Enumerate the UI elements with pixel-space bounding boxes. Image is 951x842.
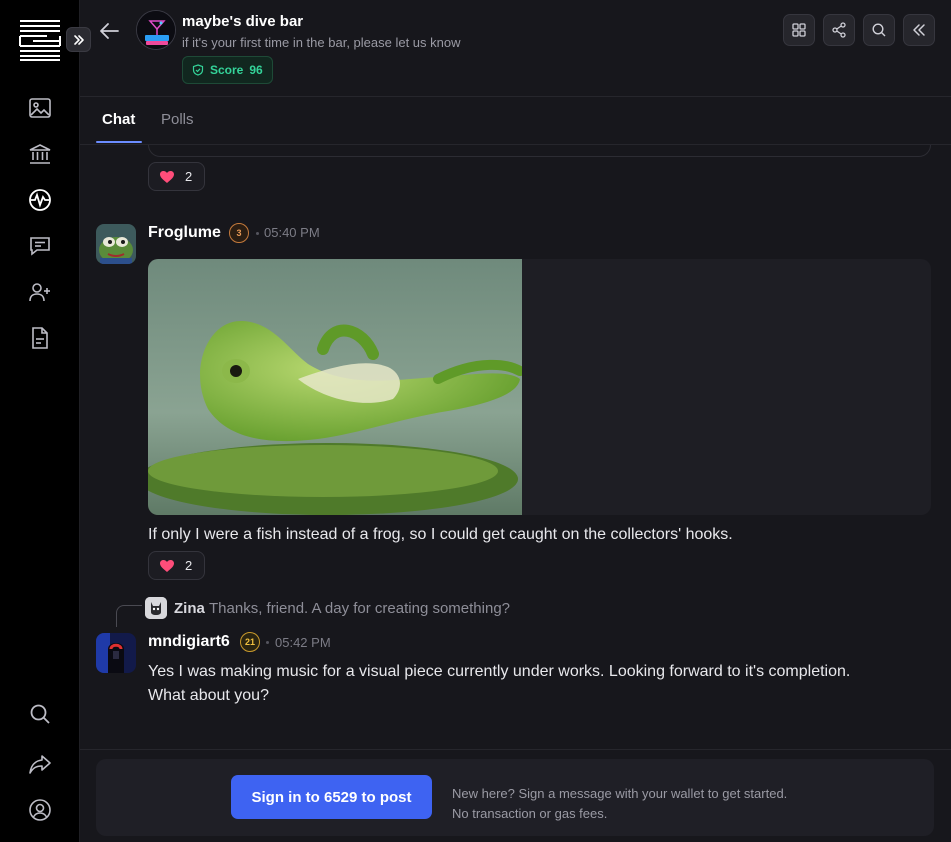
separator-dot xyxy=(256,232,259,235)
level-badge: 3 xyxy=(229,223,249,243)
message-text: If only I were a fish instead of a frog,… xyxy=(148,526,733,543)
search-icon[interactable] xyxy=(26,700,54,728)
score-badge: Score 96 xyxy=(182,56,273,84)
forward-icon[interactable] xyxy=(26,750,54,778)
signin-panel: Sign in to 6529 to post New here? Sign a… xyxy=(96,759,934,836)
activity-globe-icon[interactable] xyxy=(26,186,54,214)
heart-reaction[interactable]: 2 xyxy=(148,551,206,580)
bar-description: if it's your first time in the bar, plea… xyxy=(182,35,461,50)
footer-note: New here? Sign a message with your walle… xyxy=(452,786,788,801)
expand-sidebar-button[interactable] xyxy=(66,27,91,52)
message-text: Yes I was making music for a visual piec… xyxy=(148,663,851,680)
timestamp: 05:40 PM xyxy=(264,225,320,240)
tab-chat[interactable]: Chat xyxy=(102,111,135,128)
score-value: 96 xyxy=(249,63,263,77)
timestamp: 05:42 PM xyxy=(275,635,331,650)
search-icon xyxy=(872,23,886,37)
bar-avatar[interactable] xyxy=(136,10,176,50)
separator-dot xyxy=(266,641,269,644)
double-chevron-right-icon xyxy=(73,34,84,45)
chat-icon[interactable] xyxy=(26,232,54,260)
grid-view-button[interactable] xyxy=(783,14,815,46)
back-button[interactable] xyxy=(96,18,122,44)
username[interactable]: Froglume xyxy=(148,224,221,242)
heart-reaction[interactable]: 2 xyxy=(148,162,206,191)
reply-snippet[interactable]: Thanks, friend. A day for creating somet… xyxy=(209,600,510,617)
add-user-icon[interactable] xyxy=(26,278,54,306)
previous-message-card xyxy=(148,145,931,157)
share-button[interactable] xyxy=(823,14,855,46)
wave-header: maybe's dive bar if it's your first time… xyxy=(80,0,951,97)
sidebar xyxy=(0,0,91,842)
tab-polls[interactable]: Polls xyxy=(161,111,194,128)
frog-image xyxy=(148,259,525,515)
bank-icon[interactable] xyxy=(26,140,54,168)
tab-bar: Chat Polls xyxy=(80,97,951,145)
heart-icon xyxy=(160,170,174,183)
message-text: What about you? xyxy=(148,687,269,704)
avatar[interactable] xyxy=(96,224,136,264)
profile-icon[interactable] xyxy=(26,796,54,824)
share-icon xyxy=(832,22,846,38)
reply-avatar[interactable] xyxy=(145,597,167,619)
message-image[interactable] xyxy=(148,259,931,515)
reply-username[interactable]: Zina xyxy=(174,600,205,617)
logo-icon[interactable] xyxy=(19,19,61,61)
arrow-left-icon xyxy=(100,23,119,39)
document-icon[interactable] xyxy=(26,324,54,352)
score-label: Score xyxy=(210,63,244,77)
heart-icon xyxy=(160,559,174,572)
level-badge: 21 xyxy=(240,632,260,652)
chat-feed[interactable]: 2 Froglume 3 05:40 PM If only I were a f… xyxy=(80,145,951,749)
active-tab-indicator xyxy=(96,141,142,143)
post-footer: Sign in to 6529 to post New here? Sign a… xyxy=(80,749,951,842)
avatar[interactable] xyxy=(96,633,136,673)
double-chevron-left-icon xyxy=(913,24,925,36)
footer-note: No transaction or gas fees. xyxy=(452,806,608,821)
reaction-count: 2 xyxy=(185,558,193,573)
bar-name: maybe's dive bar xyxy=(182,13,304,30)
reaction-count: 2 xyxy=(185,169,193,184)
signin-button[interactable]: Sign in to 6529 to post xyxy=(231,775,432,819)
shield-check-icon xyxy=(192,64,204,76)
grid-icon xyxy=(792,23,806,37)
collapse-panel-button[interactable] xyxy=(903,14,935,46)
reply-connector xyxy=(116,605,142,627)
gallery-icon[interactable] xyxy=(26,94,54,122)
username[interactable]: mndigiart6 xyxy=(148,633,230,651)
app-root: maybe's dive bar if it's your first time… xyxy=(0,0,951,842)
search-button[interactable] xyxy=(863,14,895,46)
